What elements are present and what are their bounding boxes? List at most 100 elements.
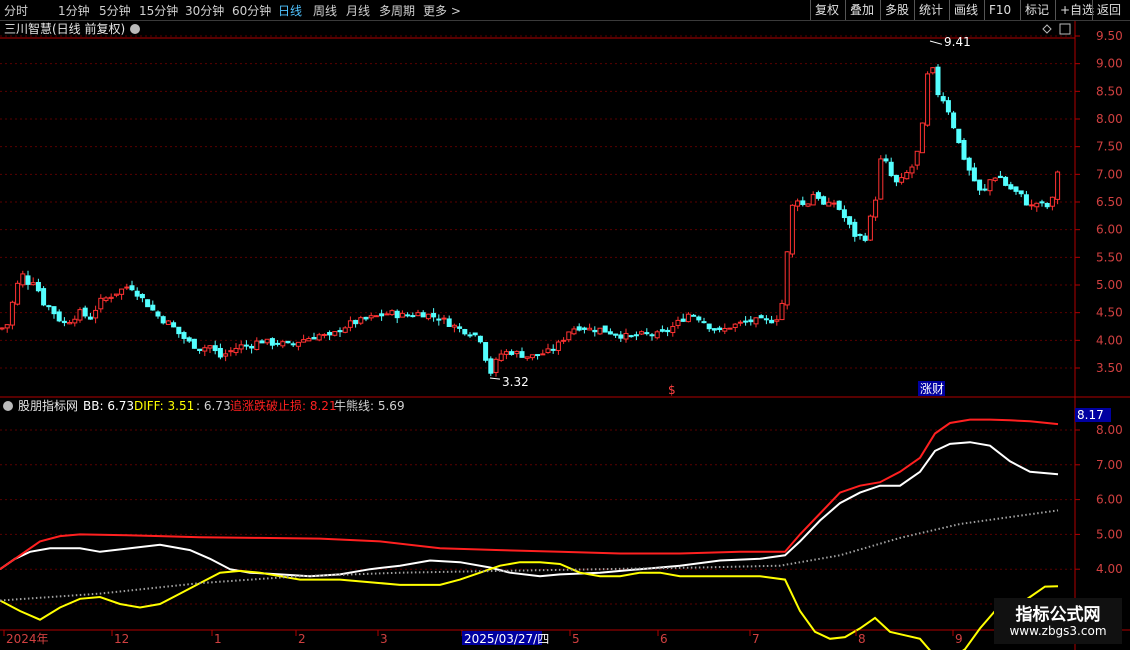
candle-body (233, 347, 239, 354)
candle-body (836, 200, 842, 210)
candle-body (763, 318, 769, 321)
candle-body (581, 327, 587, 330)
candle-body (758, 315, 764, 319)
period-tab-30min[interactable]: 30分钟 (185, 2, 224, 19)
candle-body (618, 334, 624, 339)
candle-body (888, 161, 894, 177)
period-tab-monthly[interactable]: 月线 (346, 2, 370, 19)
dropdown-icon[interactable] (130, 24, 140, 34)
price-tick-label: 6.00 (1096, 223, 1123, 237)
candle-body (462, 329, 468, 335)
candle-body (909, 166, 915, 174)
bull-value: 牛熊线: 5.69 (334, 398, 405, 413)
candle-body (878, 158, 884, 200)
candle-body (685, 313, 691, 323)
f10-button[interactable]: F10 (984, 0, 1015, 20)
candle-body (940, 96, 946, 102)
period-tab-intraday[interactable]: 分时 (4, 2, 28, 19)
candle-body (51, 306, 57, 315)
price-tick-label: 6.50 (1096, 195, 1123, 209)
indicator-tick-label: 7.00 (1096, 458, 1123, 472)
candle-body (815, 192, 821, 199)
candle-body (696, 316, 702, 321)
candle-body (472, 332, 478, 336)
candle-body (477, 335, 483, 343)
candle-body (488, 358, 494, 374)
candle-body (966, 157, 972, 171)
indicator-tick-label: 8.00 (1096, 423, 1123, 437)
candle-body (165, 320, 171, 325)
candle-body (342, 327, 348, 333)
candle-body (613, 333, 619, 336)
candle-body (529, 354, 535, 359)
time-label: 8 (858, 632, 866, 646)
candle-body (597, 327, 603, 335)
more-periods-button[interactable]: 更多 > (423, 2, 461, 19)
candle-body (483, 342, 489, 361)
candle-body (997, 175, 1003, 179)
period-tab-1min[interactable]: 1分钟 (58, 2, 90, 19)
candle-body (15, 282, 21, 305)
candle-body (0, 327, 5, 330)
candle-body (353, 319, 359, 325)
candle-body (295, 341, 301, 347)
period-tab-daily[interactable]: 日线 (278, 2, 302, 19)
time-label: 3 (380, 632, 388, 646)
candle-body (925, 73, 931, 126)
multi-stock-button[interactable]: 多股 (880, 0, 913, 20)
adjust-button[interactable]: 复权 (810, 0, 843, 20)
period-tab-multi[interactable]: 多周期 (379, 2, 415, 19)
price-tick-label: 4.00 (1096, 333, 1123, 347)
period-tab-weekly[interactable]: 周线 (313, 2, 337, 19)
candle-body (748, 319, 754, 323)
overlay-button[interactable]: 叠加 (845, 0, 878, 20)
candle-body (249, 345, 255, 349)
candle-body (67, 322, 73, 325)
third-value: : 6.73 (196, 399, 231, 413)
candle-body (347, 320, 353, 328)
draw-button[interactable]: 画线 (949, 0, 982, 20)
event-tag[interactable]: 涨财 (920, 381, 944, 396)
candle-body (72, 318, 78, 324)
candle-body (987, 179, 993, 192)
period-tab-15min[interactable]: 15分钟 (139, 2, 178, 19)
candle-body (919, 122, 925, 154)
candle-body (514, 350, 520, 355)
candle-body (108, 296, 114, 299)
diamond-icon[interactable] (1042, 24, 1052, 34)
candle-body (1039, 201, 1045, 204)
candle-body (1049, 196, 1055, 207)
period-tab-5min[interactable]: 5分钟 (99, 2, 131, 19)
candle-body (332, 331, 338, 336)
time-label: 2025/03/27/四 (464, 632, 549, 646)
candle-body (727, 327, 733, 330)
candle-body (841, 209, 847, 219)
stats-button[interactable]: 统计 (914, 0, 947, 20)
candle-body (269, 338, 275, 346)
candle-body (446, 318, 452, 327)
candle-body (1003, 176, 1009, 186)
candle-body (717, 327, 723, 331)
back-button[interactable]: 返回 (1092, 0, 1125, 20)
candle-body (628, 335, 634, 338)
candle-body (379, 313, 385, 317)
candle-body (77, 309, 83, 321)
candle-body (633, 334, 639, 337)
candle-body (503, 351, 509, 355)
period-tab-60min[interactable]: 60分钟 (232, 2, 271, 19)
candle-body (290, 343, 296, 346)
candle-body (535, 354, 541, 357)
candle-body (358, 317, 364, 324)
high-marker-line (929, 40, 943, 45)
candle-body (150, 304, 156, 311)
candle-body (519, 351, 525, 358)
candle-body (545, 348, 551, 354)
indicator-dropdown-icon[interactable] (3, 401, 13, 411)
candle-body (321, 333, 327, 336)
mark-button[interactable]: 标记 (1020, 0, 1053, 20)
candle-body (35, 281, 41, 292)
period-toolbar: 分时 1分钟 5分钟 15分钟 30分钟 60分钟 日线 周线 月线 多周期 更… (0, 0, 1130, 21)
candle-body (363, 316, 369, 320)
panel-toggle-icon[interactable] (1059, 23, 1071, 35)
candle-body (431, 312, 437, 318)
